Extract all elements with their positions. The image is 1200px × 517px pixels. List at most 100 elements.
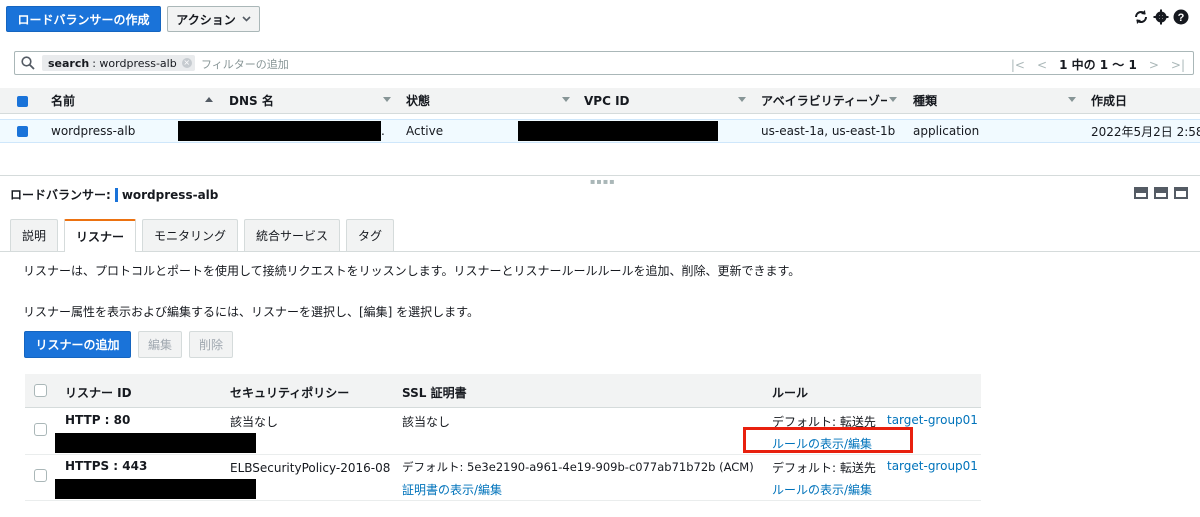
delete-button[interactable]: 削除 (189, 331, 233, 358)
tab-description[interactable]: 説明 (10, 219, 58, 251)
select-all-checkbox[interactable] (17, 96, 28, 107)
redacted-listener-arn (55, 479, 256, 499)
lb-title-name: wordpress-alb (121, 187, 219, 202)
chip-value: : wordpress-alb (92, 56, 177, 70)
layout-bottom-icon[interactable] (1134, 187, 1148, 199)
tab-description-label: 説明 (21, 229, 46, 243)
sort-icon[interactable] (1068, 97, 1076, 102)
filter-placeholder[interactable]: フィルターの追加 (201, 56, 289, 72)
col-state[interactable]: 状態 (406, 88, 430, 113)
tab-baseline (0, 251, 1200, 252)
listener-table-header: リスナー ID セキュリティポリシー SSL 証明書 ルール (25, 374, 981, 408)
listener-policy: 該当なし (230, 415, 279, 429)
col-name[interactable]: 名前 (51, 88, 75, 113)
listener-id: HTTP : 80 (65, 413, 131, 427)
listeners-description: リスナーは、プロトコルとポートを使用して接続リクエストをリッスンします。リスナー… (23, 264, 801, 278)
create-load-balancer-button[interactable]: ロードバランサーの作成 (6, 6, 161, 32)
search-filter-chip[interactable]: search : wordpress-alb × (42, 55, 195, 71)
view-edit-certificate-link[interactable]: 証明書の表示/編集 (402, 481, 502, 498)
row-azs: us-east-1a, us-east-1b (761, 124, 896, 138)
listener-policy: ELBSecurityPolicy-2016-08 (230, 461, 391, 475)
lb-title-marker (114, 187, 118, 202)
next-page-icon[interactable]: > (1149, 58, 1159, 72)
col-az[interactable]: アベイラビリティーゾーン (761, 88, 887, 113)
listener-ssl: デフォルト: 5e3e2190-a961-4e19-909b-c077ab71b… (402, 460, 754, 474)
row-state: Active (406, 124, 444, 138)
listener-id: HTTPS : 443 (65, 459, 148, 473)
listeners-instruction: リスナー属性を表示および編集するには、リスナーを選択し、[編集] を選択します。 (23, 305, 479, 319)
col-security-policy: セキュリティポリシー (230, 386, 350, 400)
gear-icon[interactable] (1152, 8, 1170, 26)
edit-label: 編集 (147, 338, 172, 352)
filter-bar[interactable]: search : wordpress-alb × フィルターの追加 |< < 1… (14, 51, 1194, 75)
help-icon[interactable]: ? (1172, 8, 1190, 26)
close-icon[interactable]: × (181, 58, 192, 68)
actions-button[interactable]: アクション (167, 6, 260, 32)
col-type[interactable]: 種類 (913, 88, 937, 113)
last-page-icon[interactable]: >| (1171, 58, 1185, 72)
svg-text:?: ? (1178, 12, 1185, 24)
tab-listeners-label: リスナー (75, 230, 124, 244)
edit-button[interactable]: 編集 (138, 331, 182, 358)
listener-row-checkbox[interactable] (34, 423, 47, 436)
layout-toggle-group (1134, 187, 1188, 199)
add-listener-button[interactable]: リスナーの追加 (24, 331, 131, 358)
row-checkbox[interactable] (17, 126, 28, 137)
tab-monitoring[interactable]: モニタリング (142, 219, 238, 251)
delete-label: 削除 (198, 338, 223, 352)
layout-top-icon[interactable] (1174, 187, 1188, 199)
create-load-balancer-label: ロードバランサーの作成 (17, 12, 150, 27)
row-dns-suffix: . (381, 124, 385, 138)
refresh-icon[interactable] (1132, 8, 1150, 26)
chevron-down-icon (242, 16, 251, 22)
redacted-listener-arn (55, 433, 256, 453)
tab-integrated-services[interactable]: 統合サービス (244, 219, 340, 251)
col-dns[interactable]: DNS 名 (229, 88, 274, 113)
pane-splitter[interactable] (0, 175, 1200, 176)
lb-title-prefix: ロードバランサー: (10, 188, 111, 202)
listener-ssl: 該当なし (402, 415, 451, 429)
sort-asc-icon[interactable] (205, 97, 213, 102)
top-icon-group: ? (1132, 8, 1190, 26)
table-row[interactable]: HTTPS : 443 ELBSecurityPolicy-2016-08 デフ… (25, 455, 981, 501)
splitter-grip[interactable]: ▪▪▪▪ (590, 177, 616, 186)
tab-listeners[interactable]: リスナー (64, 219, 136, 252)
lb-detail-title: ロードバランサー: wordpress-alb (10, 186, 218, 203)
col-rules: ルール (772, 386, 809, 400)
redacted-dns (178, 121, 381, 141)
add-listener-label: リスナーの追加 (35, 338, 120, 352)
lb-table-header: 名前 DNS 名 状態 VPC ID アベイラビリティーゾーン 種類 作成日 (0, 88, 1200, 114)
tab-monitoring-label: モニタリング (153, 229, 226, 243)
search-icon (21, 56, 35, 70)
listener-row-checkbox[interactable] (34, 469, 47, 482)
col-created[interactable]: 作成日 (1091, 88, 1127, 113)
sort-icon[interactable] (383, 97, 391, 102)
table-row[interactable]: wordpress-alb . Active us-east-1a, us-ea… (0, 119, 1200, 143)
target-group-link[interactable]: target-group01 (887, 413, 978, 427)
chip-key: search (48, 56, 90, 70)
col-listener-id: リスナー ID (65, 386, 132, 400)
tab-tags[interactable]: タグ (346, 219, 394, 251)
pagination: |< < 1 中の 1 〜 1 > >| (1011, 56, 1185, 73)
first-page-icon[interactable]: |< (1011, 58, 1025, 72)
target-group-link[interactable]: target-group01 (887, 459, 978, 473)
view-edit-rules-link[interactable]: ルールの表示/編集 (772, 481, 872, 498)
highlight-annotation (743, 427, 913, 453)
row-created: 2022年5月2日 2:58:1 (1091, 124, 1200, 139)
sort-icon[interactable] (889, 97, 897, 102)
tab-integrated-label: 統合サービス (255, 229, 328, 243)
listener-rule-prefix: デフォルト: 転送先 (772, 461, 876, 475)
redacted-vpc (518, 121, 718, 141)
row-type: application (913, 124, 980, 138)
actions-label: アクション (176, 12, 236, 27)
prev-page-icon[interactable]: < (1037, 58, 1047, 72)
pagination-text: 1 中の 1 〜 1 (1059, 58, 1137, 72)
row-name: wordpress-alb (51, 124, 136, 138)
sort-icon[interactable] (562, 97, 570, 102)
select-all-listeners-checkbox[interactable] (34, 384, 47, 397)
sort-icon[interactable] (738, 97, 746, 102)
layout-split-icon[interactable] (1154, 187, 1168, 199)
tab-tags-label: タグ (357, 229, 382, 243)
col-ssl-certificate: SSL 証明書 (402, 386, 467, 400)
col-vpc[interactable]: VPC ID (584, 88, 630, 113)
